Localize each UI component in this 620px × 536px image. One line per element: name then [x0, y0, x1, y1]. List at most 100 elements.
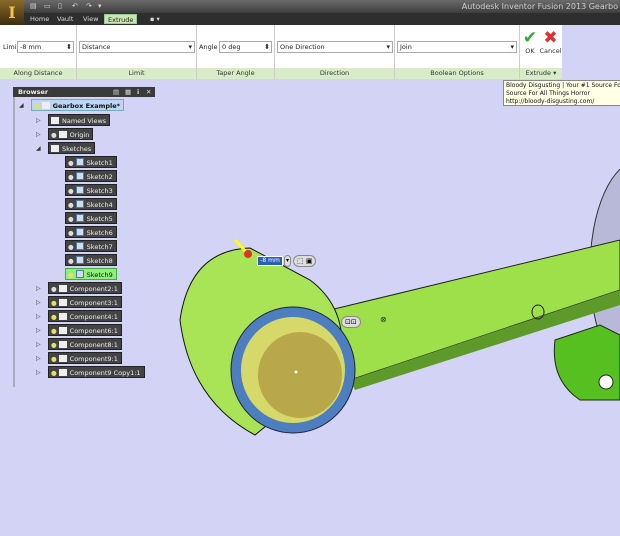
close-mini-icon[interactable]: ⊗: [380, 315, 387, 324]
expand-toggle[interactable]: ▷: [36, 327, 41, 334]
expand-toggle[interactable]: ▷: [36, 313, 41, 320]
tree-component[interactable]: ● Component3:1: [48, 296, 122, 308]
close-icon[interactable]: ✕: [146, 87, 151, 97]
angle-label: Angle: [199, 43, 218, 51]
limit-distance-input[interactable]: -8 mm: [17, 41, 74, 53]
tree-component[interactable]: ● Component2:1: [48, 282, 122, 294]
tab-extrude[interactable]: Extrude: [104, 14, 138, 24]
visibility-bulb-icon[interactable]: ●: [51, 131, 57, 139]
tab-view[interactable]: View: [80, 14, 101, 24]
visibility-bulb-icon[interactable]: ●: [68, 229, 74, 237]
more-icon[interactable]: ▾: [98, 2, 102, 10]
tree-sketches[interactable]: Sketches: [48, 142, 96, 154]
visibility-bulb-icon[interactable]: ●: [68, 159, 74, 167]
open-icon[interactable]: ▭: [44, 2, 51, 10]
mini-toolbar[interactable]: ⬚ ▣: [293, 255, 317, 267]
tree-component[interactable]: ● Component9 Copy1:1: [48, 366, 145, 378]
boolean-select[interactable]: Join: [397, 41, 517, 53]
visibility-bulb-icon[interactable]: ●: [68, 215, 74, 223]
tree-sketch[interactable]: ● Sketch1: [65, 156, 117, 168]
mini-toolbar-2[interactable]: ⊡⊡: [341, 316, 361, 328]
bore-inner: [258, 332, 342, 418]
tab-camera-dropdown[interactable]: ▪ ▾: [147, 14, 163, 24]
visibility-bulb-icon[interactable]: ●: [68, 243, 74, 251]
node-label: Sketch5: [86, 215, 113, 223]
node-label: Sketch2: [86, 173, 113, 181]
center-point: [294, 370, 298, 374]
tab-home[interactable]: Home: [27, 14, 52, 24]
visibility-bulb-icon[interactable]: ●: [68, 173, 74, 181]
drag-handle[interactable]: [244, 250, 252, 258]
visibility-bulb-icon[interactable]: ●: [34, 102, 40, 110]
face-icon[interactable]: ⊡: [351, 318, 357, 326]
sketch-icon: [75, 228, 84, 236]
node-label: Component9 Copy1:1: [69, 369, 141, 377]
tree-sketch[interactable]: ● Sketch2: [65, 170, 117, 182]
group-label-extrude[interactable]: Extrude ▾: [520, 68, 562, 79]
tree-sketch[interactable]: ● Sketch9: [65, 268, 117, 280]
node-label: Named Views: [62, 117, 107, 125]
save-icon[interactable]: ▯: [58, 2, 62, 10]
expand-toggle[interactable]: ▷: [36, 117, 41, 124]
extent-icon[interactable]: ⬚: [297, 257, 304, 265]
tree-sketch[interactable]: ● Sketch5: [65, 212, 117, 224]
tree-component[interactable]: ● Component8:1: [48, 338, 122, 350]
print-icon[interactable]: ▣: [306, 257, 313, 265]
dimension-dropdown[interactable]: ▾: [284, 255, 292, 267]
tree-sketch[interactable]: ● Sketch4: [65, 198, 117, 210]
expand-toggle[interactable]: ▷: [36, 299, 41, 306]
undo-icon[interactable]: ↶: [72, 2, 78, 10]
filter-icon[interactable]: ▦: [125, 87, 131, 97]
redo-icon[interactable]: ↷: [86, 2, 92, 10]
expand-toggle[interactable]: ▷: [36, 355, 41, 362]
sketch-icon: [75, 214, 84, 222]
taper-angle-input[interactable]: 0 deg: [219, 41, 272, 53]
expand-toggle[interactable]: ◢: [19, 102, 24, 109]
tab-vault[interactable]: Vault: [54, 14, 76, 24]
visibility-bulb-icon[interactable]: ●: [51, 285, 57, 293]
tree-component[interactable]: ● Component6:1: [48, 324, 122, 336]
folder-icon: [51, 145, 59, 152]
group-label: Along Distance: [0, 68, 76, 79]
dimension-input[interactable]: -8 mm: [257, 256, 283, 266]
expand-toggle[interactable]: ▷: [36, 341, 41, 348]
tree-sketch[interactable]: ● Sketch6: [65, 226, 117, 238]
visibility-bulb-icon[interactable]: ●: [68, 187, 74, 195]
collapse-icon[interactable]: ▤: [113, 87, 119, 97]
tree-origin[interactable]: ● Origin: [48, 128, 94, 140]
visibility-bulb-icon[interactable]: ●: [51, 299, 57, 307]
direction-select[interactable]: One Direction: [277, 41, 393, 53]
visibility-bulb-icon[interactable]: ●: [68, 257, 74, 265]
cancel-button[interactable]: ✖ Cancel: [539, 29, 562, 55]
visibility-bulb-icon[interactable]: ●: [51, 341, 57, 349]
visibility-bulb-icon[interactable]: ●: [51, 327, 57, 335]
visibility-bulb-icon[interactable]: ●: [51, 355, 57, 363]
tree-named-views[interactable]: Named Views: [48, 114, 111, 126]
component-icon: [58, 313, 67, 320]
tree-root[interactable]: ● Gearbox Example*: [31, 99, 125, 111]
node-label: Sketches: [62, 145, 92, 153]
sketch-icon: [75, 256, 84, 264]
tree-sketch[interactable]: ● Sketch3: [65, 184, 117, 196]
expand-toggle[interactable]: ▷: [36, 285, 41, 292]
tree-component[interactable]: ● Component4:1: [48, 310, 122, 322]
ok-button[interactable]: ✔ OK: [520, 29, 540, 55]
node-label: Gearbox Example*: [52, 102, 121, 110]
limit-type-select[interactable]: Distance: [79, 41, 195, 53]
visibility-bulb-icon[interactable]: ●: [68, 271, 74, 279]
node-label: Component4:1: [69, 313, 118, 321]
visibility-bulb-icon[interactable]: ●: [51, 313, 57, 321]
visibility-bulb-icon[interactable]: ●: [68, 201, 74, 209]
tree-sketch[interactable]: ● Sketch7: [65, 240, 117, 252]
expand-toggle[interactable]: ▷: [36, 369, 41, 376]
group-label: Direction: [275, 68, 394, 79]
info-icon[interactable]: i: [137, 87, 139, 97]
component-icon: [58, 285, 67, 292]
tree-component[interactable]: ● Component9:1: [48, 352, 122, 364]
expand-toggle[interactable]: ▷: [36, 131, 41, 138]
new-icon[interactable]: ▤: [30, 2, 37, 10]
expand-toggle[interactable]: ◢: [36, 145, 41, 152]
application-menu-button[interactable]: I: [0, 0, 24, 26]
visibility-bulb-icon[interactable]: ●: [51, 369, 57, 377]
tree-sketch[interactable]: ● Sketch8: [65, 254, 117, 266]
